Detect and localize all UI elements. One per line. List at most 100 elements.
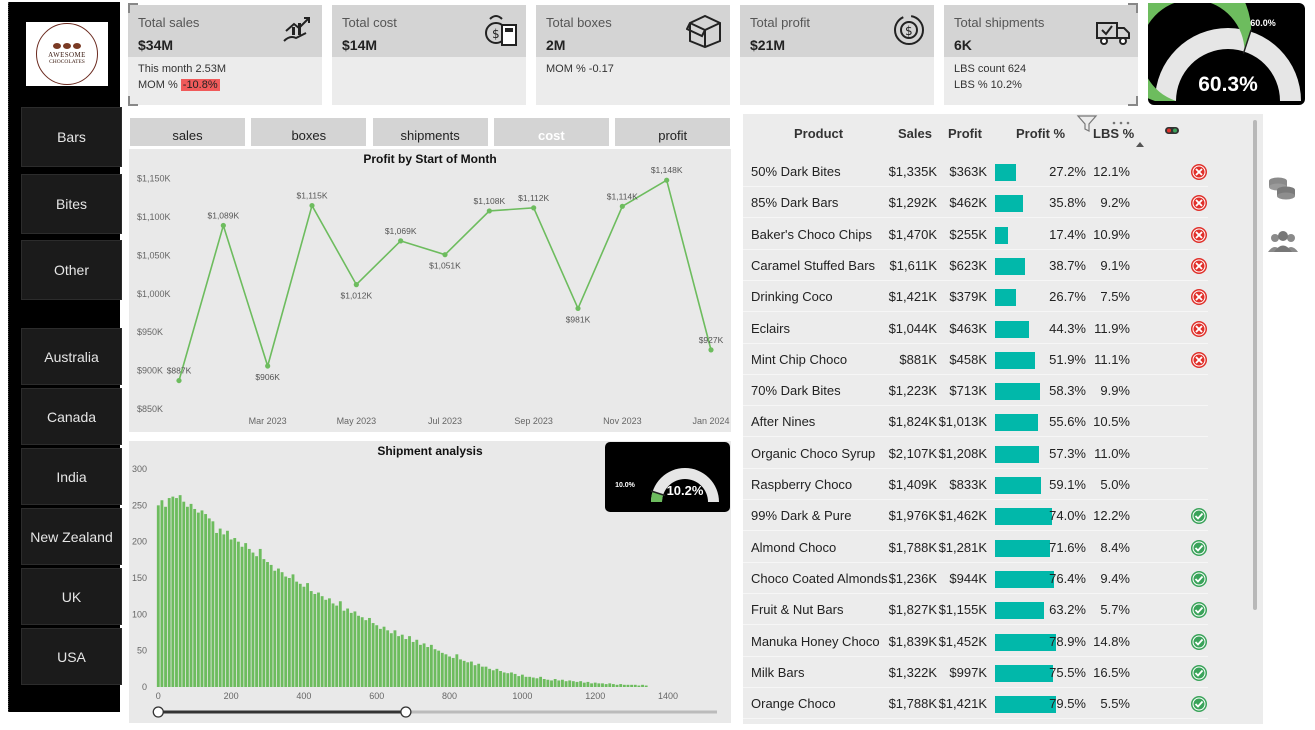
histogram-bar[interactable] <box>593 682 597 687</box>
histogram-bar[interactable] <box>360 617 364 687</box>
more-options-icon[interactable] <box>1111 120 1131 126</box>
histogram-bar[interactable] <box>171 496 175 687</box>
table-row[interactable]: 99% Dark & Pure $1,976K $1,462K 74.0% 12.2% <box>743 500 1208 532</box>
histogram-bar[interactable] <box>193 508 197 687</box>
histogram-bar[interactable] <box>630 684 634 687</box>
profit-data-point[interactable] <box>220 222 226 229</box>
table-row[interactable]: Organic Choco Syrup $2,107K $1,208K 57.3% 11… <box>743 438 1208 469</box>
histogram-bar[interactable] <box>222 534 226 687</box>
histogram-bar[interactable] <box>160 500 164 687</box>
histogram-bar[interactable] <box>473 665 477 687</box>
histogram-bar[interactable] <box>404 639 408 687</box>
histogram-bar[interactable] <box>433 649 437 687</box>
table-scrollbar[interactable] <box>1253 120 1257 610</box>
header-lbs-pct[interactable]: LBS % <box>1093 126 1134 141</box>
histogram-bar[interactable] <box>375 625 379 687</box>
histogram-bar[interactable] <box>335 605 339 687</box>
histogram-bar[interactable] <box>269 564 273 687</box>
histogram-bar[interactable] <box>561 679 564 687</box>
histogram-bar[interactable] <box>611 684 615 687</box>
histogram-bar[interactable] <box>266 562 269 687</box>
range-slider-end-handle[interactable] <box>400 706 412 718</box>
nav-category-bites[interactable]: Bites <box>21 174 122 234</box>
histogram-bar[interactable] <box>317 592 320 687</box>
histogram-bar[interactable] <box>564 681 568 687</box>
histogram-bar[interactable] <box>178 495 182 687</box>
histogram-bar[interactable] <box>280 572 284 687</box>
histogram-bar[interactable] <box>400 634 404 687</box>
tab-shipments[interactable]: shipments <box>372 118 488 146</box>
histogram-bar[interactable] <box>459 659 462 687</box>
histogram-bar[interactable] <box>586 681 590 687</box>
histogram-bar[interactable] <box>218 528 222 687</box>
histogram-bar[interactable] <box>295 581 299 687</box>
histogram-bar[interactable] <box>520 674 524 687</box>
histogram-bar[interactable] <box>211 521 215 687</box>
nav-category-other[interactable]: Other <box>21 240 122 300</box>
histogram-bar[interactable] <box>575 681 579 687</box>
histogram-bar[interactable] <box>393 630 397 687</box>
histogram-bar[interactable] <box>298 583 302 687</box>
histogram-bar[interactable] <box>484 666 488 687</box>
histogram-bar[interactable] <box>251 552 255 687</box>
histogram-bar[interactable] <box>571 681 575 687</box>
histogram-bar[interactable] <box>542 679 546 687</box>
histogram-bar[interactable] <box>553 679 557 687</box>
histogram-bar[interactable] <box>455 654 459 687</box>
users-icon[interactable] <box>1266 228 1300 258</box>
histogram-bar[interactable] <box>582 682 586 687</box>
histogram-bar[interactable] <box>440 652 444 687</box>
histogram-bar[interactable] <box>517 676 521 687</box>
histogram-bar[interactable] <box>247 548 251 687</box>
nav-country-australia[interactable]: Australia <box>21 328 122 385</box>
histogram-bar[interactable] <box>477 663 481 687</box>
histogram-bar[interactable] <box>287 578 291 687</box>
header-sales[interactable]: Sales <box>898 126 932 141</box>
range-slider-start-handle[interactable] <box>152 706 164 718</box>
table-row[interactable]: Drinking Coco $1,421K $379K 26.7% 7.5% <box>743 281 1208 313</box>
histogram-bar[interactable] <box>313 593 317 687</box>
histogram-bar[interactable] <box>258 548 262 687</box>
histogram-bar[interactable] <box>419 644 422 687</box>
profit-data-point[interactable] <box>353 282 359 288</box>
histogram-bar[interactable] <box>633 684 637 687</box>
histogram-bar[interactable] <box>226 530 229 687</box>
histogram-bar[interactable] <box>342 610 346 687</box>
table-row[interactable]: Baker's Choco Chips $1,470K $255K 17.4% 10.9… <box>743 219 1208 250</box>
histogram-bar[interactable] <box>233 538 237 687</box>
histogram-bar[interactable] <box>644 685 648 687</box>
histogram-bar[interactable] <box>306 583 309 687</box>
histogram-bar[interactable] <box>277 568 280 687</box>
histogram-bar[interactable] <box>491 670 495 687</box>
histogram-bar[interactable] <box>568 680 572 687</box>
histogram-bar[interactable] <box>510 672 513 687</box>
visual-selection-handle[interactable] <box>128 3 138 13</box>
histogram-bar[interactable] <box>597 683 601 687</box>
histogram-bar[interactable] <box>466 662 470 687</box>
histogram-bar[interactable] <box>167 498 171 687</box>
histogram-bar[interactable] <box>207 518 211 687</box>
tab-sales[interactable]: sales <box>130 118 245 146</box>
nav-country-india[interactable]: India <box>21 448 122 505</box>
histogram-bar[interactable] <box>408 636 411 687</box>
header-profit[interactable]: Profit <box>948 126 982 141</box>
histogram-bar[interactable] <box>204 514 208 687</box>
histogram-bar[interactable] <box>302 586 306 687</box>
histogram-bar[interactable] <box>550 680 553 687</box>
histogram-bar[interactable] <box>637 685 641 687</box>
histogram-bar[interactable] <box>619 684 623 687</box>
histogram-bar[interactable] <box>528 676 532 687</box>
histogram-bar[interactable] <box>196 512 200 687</box>
histogram-bar[interactable] <box>284 576 288 687</box>
histogram-bar[interactable] <box>506 673 510 687</box>
histogram-bar[interactable] <box>451 657 455 687</box>
table-row[interactable]: Raspberry Choco $1,409K $833K 59.1% 5.0% <box>743 469 1208 500</box>
histogram-bar[interactable] <box>415 639 419 687</box>
histogram-bar[interactable] <box>229 539 233 687</box>
histogram-bar[interactable] <box>291 574 295 687</box>
histogram-bar[interactable] <box>429 644 433 687</box>
histogram-bar[interactable] <box>324 599 328 687</box>
filter-icon[interactable] <box>1076 114 1098 132</box>
table-row[interactable]: Manuka Honey Choco $1,839K $1,452K 78.9% 14.… <box>743 626 1208 657</box>
histogram-bar[interactable] <box>244 543 248 687</box>
